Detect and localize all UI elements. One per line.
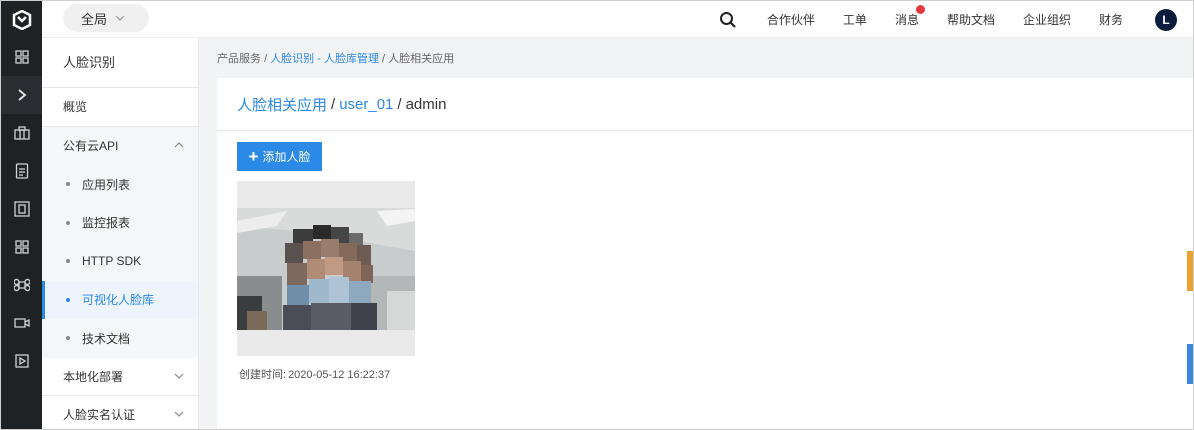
sidebar-item-app-list[interactable]: 应用列表: [42, 165, 198, 204]
product-sidebar: 人脸识别 概览 公有云API 应用列表 监控报表 HTTP SDK 可视化人脸库: [42, 38, 199, 429]
notification-badge: [915, 5, 925, 14]
sidebar-group-realname[interactable]: 人脸实名认证: [42, 396, 198, 429]
sidebar-item-label: 监控报表: [82, 216, 131, 231]
created-label: 创建时间:: [239, 369, 287, 381]
expand-icon[interactable]: [1, 76, 42, 114]
bullet-icon: [66, 336, 70, 341]
title-current: admin: [405, 95, 447, 113]
sidebar-title: 人脸识别: [42, 38, 198, 88]
sidebar-item-monitor-report[interactable]: 监控报表: [42, 204, 198, 243]
document-icon[interactable]: [1, 152, 42, 190]
sidebar-item-overview[interactable]: 概览: [42, 88, 198, 127]
bullet-icon: [66, 220, 70, 225]
sidebar-group-public-api[interactable]: 公有云API: [42, 127, 198, 166]
chevron-down-icon: [115, 13, 125, 24]
page-title: 人脸相关应用 / user_01 / admin: [217, 78, 1193, 131]
face-thumbnail[interactable]: [237, 181, 415, 356]
created-time: 创建时间: 2020-05-12 16:22:37: [237, 366, 390, 382]
side-tab-orange[interactable]: [1187, 251, 1193, 291]
breadcrumb-current: 人脸相关应用: [388, 53, 455, 65]
breadcrumb: 产品服务 / 人脸识别 - 人脸库管理 / 人脸相关应用: [217, 50, 454, 66]
nav-messages[interactable]: 消息: [894, 5, 925, 28]
top-bar: 全局 合作伙伴 工单 消息 帮助文档 企业组织 财务 L: [1, 1, 1193, 38]
bullet-icon: [66, 182, 70, 187]
sidebar-item-label: HTTP SDK: [82, 254, 142, 269]
nav-finance[interactable]: 财务: [1099, 11, 1123, 28]
sidebar-group-label: 公有云API: [63, 139, 119, 154]
nav-tickets[interactable]: 工单: [843, 11, 867, 28]
top-nav: 合作伙伴 工单 消息 帮助文档 企业组织 财务 L: [719, 1, 1193, 38]
sidebar-item-tech-docs[interactable]: 技术文档: [42, 319, 198, 358]
camera-icon[interactable]: [1, 304, 42, 342]
scope-selector[interactable]: 全局: [63, 4, 149, 32]
nav-organization[interactable]: 企业组织: [1023, 11, 1071, 28]
bullet-icon: [66, 259, 70, 264]
face-panel: 人脸相关应用 / user_01 / admin + 添加人脸 创建时间: 20…: [217, 78, 1193, 429]
bullet-icon: [66, 297, 70, 302]
breadcrumb-link[interactable]: 人脸识别 - 人脸库管理: [270, 53, 379, 65]
title-separator: /: [331, 95, 336, 113]
chevron-up-icon: [174, 140, 184, 151]
icon-rail: [1, 38, 42, 429]
sidebar-item-label: 技术文档: [82, 331, 131, 346]
logo-icon[interactable]: [1, 1, 42, 38]
app-window: 全局 合作伙伴 工单 消息 帮助文档 企业组织 财务 L 人脸识别 概览 公有云…: [0, 0, 1194, 430]
sidebar-group-local-deploy[interactable]: 本地化部署: [42, 357, 198, 396]
side-tab-blue[interactable]: [1187, 344, 1193, 384]
title-separator: /: [397, 95, 402, 113]
command-icon[interactable]: [1, 266, 42, 304]
title-link-user[interactable]: user_01: [339, 96, 393, 113]
sidebar-item-face-library[interactable]: 可视化人脸库: [42, 280, 198, 319]
nav-messages-label: 消息: [894, 13, 919, 27]
sidebar-item-label: 概览: [63, 100, 88, 115]
scan-icon[interactable]: [1, 190, 42, 228]
created-value: 2020-05-12 16:22:37: [288, 369, 391, 381]
avatar[interactable]: L: [1155, 8, 1177, 31]
nav-partners[interactable]: 合作伙伴: [767, 11, 815, 28]
sidebar-item-label: 应用列表: [82, 177, 131, 192]
nav-help-docs[interactable]: 帮助文档: [947, 11, 995, 28]
main-content: 产品服务 / 人脸识别 - 人脸库管理 / 人脸相关应用 人脸相关应用 / us…: [199, 38, 1193, 429]
plus-icon: +: [248, 147, 259, 166]
breadcrumb-root[interactable]: 产品服务: [217, 53, 261, 65]
title-link-apps[interactable]: 人脸相关应用: [237, 94, 327, 115]
scope-label: 全局: [81, 11, 108, 27]
sidebar-group-label: 本地化部署: [63, 369, 124, 384]
play-icon[interactable]: [1, 342, 42, 380]
sidebar-group-label: 人脸实名认证: [63, 408, 136, 423]
add-face-label: 添加人脸: [262, 150, 311, 164]
add-face-button[interactable]: + 添加人脸: [237, 142, 322, 171]
sidebar-item-http-sdk[interactable]: HTTP SDK: [42, 242, 198, 281]
chevron-down-icon: [174, 371, 184, 382]
chevron-down-icon: [174, 409, 184, 420]
building-icon[interactable]: [1, 114, 42, 152]
sidebar-item-label: 可视化人脸库: [82, 293, 155, 308]
search-icon[interactable]: [719, 11, 737, 29]
grid-icon[interactable]: [1, 38, 42, 76]
apps-icon[interactable]: [1, 228, 42, 266]
